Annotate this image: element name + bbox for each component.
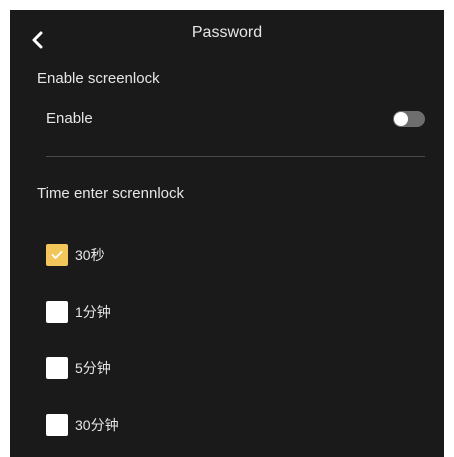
toggle-knob (394, 112, 408, 126)
option-label: 5分钟 (75, 360, 111, 376)
enable-screenlock-toggle[interactable] (393, 111, 425, 127)
divider (46, 156, 425, 157)
option-label: 30分钟 (75, 417, 119, 433)
section-label-time: Time enter scrennlock (37, 185, 184, 202)
option-30-seconds[interactable]: 30秒 (46, 244, 105, 266)
option-label: 30秒 (75, 247, 105, 263)
checkbox-30-seconds[interactable] (46, 244, 68, 266)
checkbox-1-minute[interactable] (46, 301, 68, 323)
option-1-minute[interactable]: 1分钟 (46, 301, 111, 323)
enable-label: Enable (46, 110, 93, 127)
page-title: Password (191, 24, 263, 41)
option-30-minutes[interactable]: 30分钟 (46, 414, 119, 436)
checkbox-5-minutes[interactable] (46, 357, 68, 379)
section-label-screenlock: Enable screenlock (37, 70, 160, 87)
checkbox-30-minutes[interactable] (46, 414, 68, 436)
password-settings-panel: Password Enable screenlock Enable Time e… (10, 10, 444, 457)
option-5-minutes[interactable]: 5分钟 (46, 357, 111, 379)
option-label: 1分钟 (75, 304, 111, 320)
check-icon (51, 251, 63, 259)
